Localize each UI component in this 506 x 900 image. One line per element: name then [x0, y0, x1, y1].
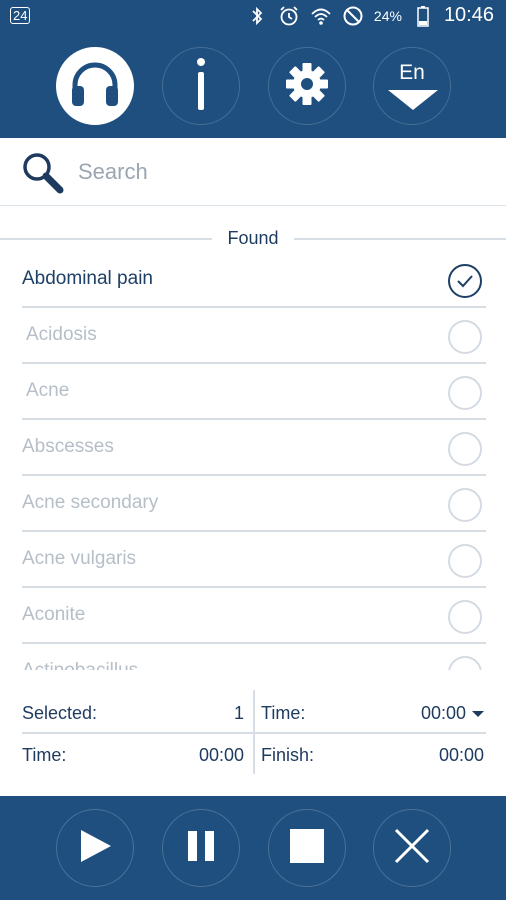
list-item-label: Acne	[26, 380, 70, 401]
pause-icon	[186, 830, 216, 867]
language-label: En	[399, 61, 425, 84]
selected-label: Selected:	[22, 703, 98, 723]
list-item[interactable]: Abdominal pain	[22, 252, 486, 308]
elapsed-label: Time:	[22, 745, 67, 765]
headphones-button[interactable]	[56, 47, 134, 125]
divider	[22, 732, 486, 734]
unchecked-circle-icon[interactable]	[448, 544, 482, 578]
unchecked-circle-icon[interactable]	[448, 488, 482, 522]
time-dropdown[interactable]: 00:00	[421, 703, 484, 724]
battery-icon	[412, 5, 434, 27]
headphones-icon	[68, 59, 122, 114]
chevron-down-icon	[472, 711, 484, 718]
list-item-label: Aconite	[22, 604, 86, 625]
search-bar	[0, 138, 506, 206]
play-button[interactable]	[56, 809, 134, 887]
found-header: Found	[0, 226, 506, 252]
gear-icon	[284, 61, 330, 112]
info-button[interactable]	[162, 47, 240, 125]
results-list: Abdominal pain Acidosis Acne Abscesses A…	[0, 252, 506, 670]
finish-label: Finish:	[261, 745, 315, 765]
list-item-label: Acne vulgaris	[22, 548, 137, 569]
list-item[interactable]: Abscesses	[22, 420, 486, 476]
status-bar: 24 24% 10:46	[0, 0, 506, 36]
list-item-label: Acidosis	[26, 324, 97, 345]
alarm-icon	[278, 5, 300, 27]
player-controls	[0, 796, 506, 900]
clock: 10:46	[443, 4, 494, 26]
time-value: 00:00	[420, 703, 466, 723]
search-icon[interactable]	[20, 150, 66, 201]
session-stats: Selected: 1 Time: 00:00 Time: 00:00 Fini…	[0, 690, 506, 774]
dropdown-arrow-icon	[388, 90, 438, 115]
notification-badge: 24	[10, 7, 31, 24]
list-item[interactable]: Actinobacillus	[22, 644, 486, 670]
stop-button[interactable]	[268, 809, 346, 887]
list-item-label: Actinobacillus	[22, 660, 138, 670]
checked-circle-icon[interactable]	[448, 264, 482, 298]
list-item-label: Abscesses	[22, 436, 114, 457]
list-item[interactable]: Acne secondary	[22, 476, 486, 532]
unchecked-circle-icon[interactable]	[448, 320, 482, 354]
status-icons: 24% 10:46	[246, 4, 494, 27]
list-item[interactable]: Acne vulgaris	[22, 532, 486, 588]
battery-percent: 24%	[373, 7, 402, 24]
language-dropdown[interactable]: En	[373, 47, 451, 125]
stop-icon	[289, 828, 325, 869]
close-icon	[394, 828, 430, 869]
do-not-disturb-icon	[342, 5, 364, 27]
unchecked-circle-icon[interactable]	[448, 600, 482, 634]
list-item[interactable]: Acidosis	[22, 308, 486, 364]
top-toolbar: En	[0, 36, 506, 138]
unchecked-circle-icon[interactable]	[448, 432, 482, 466]
search-input[interactable]	[78, 157, 478, 187]
close-button[interactable]	[373, 809, 451, 887]
list-item-label: Abdominal pain	[22, 268, 153, 289]
list-item[interactable]: Aconite	[22, 588, 486, 644]
settings-button[interactable]	[268, 47, 346, 125]
bluetooth-icon	[246, 5, 268, 27]
divider	[294, 238, 506, 240]
unchecked-circle-icon[interactable]	[448, 376, 482, 410]
info-icon	[191, 56, 211, 117]
play-icon	[77, 828, 113, 869]
pause-button[interactable]	[162, 809, 240, 887]
selected-count: 1	[233, 703, 244, 723]
elapsed-value: 00:00	[198, 745, 244, 765]
finish-value: 00:00	[438, 745, 484, 765]
list-item[interactable]: Acne	[22, 364, 486, 420]
wifi-icon	[310, 5, 332, 27]
time-label: Time:	[261, 703, 306, 723]
unchecked-circle-icon[interactable]	[448, 656, 482, 670]
list-item-label: Acne secondary	[22, 492, 159, 513]
